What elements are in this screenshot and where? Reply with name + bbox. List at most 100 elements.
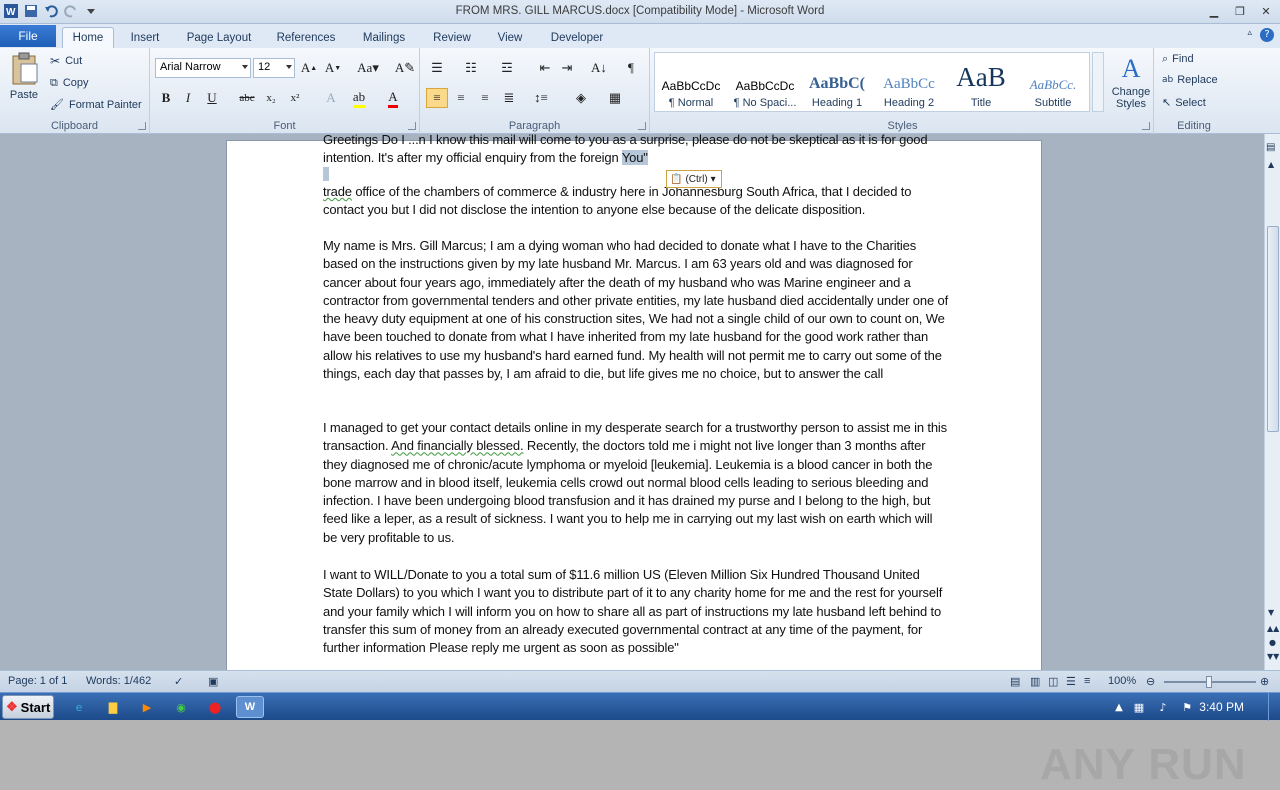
bold-button[interactable]: B	[155, 88, 177, 108]
page-count[interactable]: Page: 1 of 1	[8, 675, 67, 687]
paragraph-dialog-launcher[interactable]	[638, 122, 646, 130]
start-button[interactable]: ❖ Start	[2, 695, 54, 719]
show-desktop-button[interactable]	[1268, 693, 1280, 721]
word-count[interactable]: Words: 1/462	[86, 675, 151, 687]
align-left-icon[interactable]: ≡	[426, 88, 448, 108]
tab-references[interactable]: References	[270, 27, 342, 48]
opera-icon[interactable]: ⬤	[204, 696, 226, 718]
style-title[interactable]: AaB Title	[945, 59, 1017, 115]
clear-formatting-icon[interactable]: A✎	[394, 58, 416, 78]
proofing-icon[interactable]: ✓	[174, 675, 183, 688]
scroll-thumb[interactable]	[1267, 226, 1279, 432]
paste-options-button[interactable]: 📋 (Ctrl) ▾	[666, 170, 722, 188]
next-page-icon[interactable]: ▼▼	[1267, 652, 1279, 661]
font-dialog-launcher[interactable]	[408, 122, 416, 130]
underline-button[interactable]: U	[201, 88, 223, 108]
browse-object-icon[interactable]: ●	[1269, 638, 1276, 647]
style-heading-2[interactable]: AaBbCc Heading 2	[873, 59, 945, 115]
macro-record-icon[interactable]: ▣	[208, 675, 218, 688]
full-screen-reading-icon[interactable]: ▥	[1030, 675, 1040, 688]
show-marks-icon[interactable]: ¶	[620, 58, 642, 78]
tab-developer[interactable]: Developer	[542, 27, 612, 48]
cut-button[interactable]: ✂ Cut	[50, 54, 82, 68]
minimize-icon[interactable]: ▁	[1204, 3, 1224, 19]
scroll-down-icon[interactable]: ▼	[1268, 608, 1274, 617]
style-heading-1[interactable]: AaBbC(Heading 1	[801, 59, 873, 115]
network-icon[interactable]: ▦	[1128, 696, 1150, 718]
style-subtitle[interactable]: AaBbCc. Subtitle	[1017, 59, 1089, 115]
document-page[interactable]: Greetings Do I ...n I know this mail wil…	[226, 132, 1042, 680]
find-button[interactable]: ⌕ Find	[1162, 52, 1194, 66]
replace-button[interactable]: ab Replace	[1162, 74, 1218, 86]
media-player-icon[interactable]: ▶	[136, 696, 158, 718]
bullets-icon[interactable]: ☰	[426, 58, 448, 78]
ruler-toggle-icon[interactable]: ▤	[1266, 142, 1275, 153]
explorer-icon[interactable]: ▇	[102, 696, 124, 718]
action-center-icon[interactable]: ⚑	[1176, 696, 1198, 718]
style-no-spacing[interactable]: AaBbCcDc ¶ No Spaci...	[729, 59, 801, 115]
tab-insert[interactable]: Insert	[122, 27, 168, 48]
tab-page-layout[interactable]: Page Layout	[180, 27, 258, 48]
increase-indent-icon[interactable]: ⇥	[556, 58, 578, 78]
zoom-out-icon[interactable]: ⊖	[1146, 675, 1155, 688]
strikethrough-button[interactable]: abc	[236, 88, 258, 108]
decrease-indent-icon[interactable]: ⇤	[534, 58, 556, 78]
italic-button[interactable]: I	[177, 88, 199, 108]
align-center-icon[interactable]: ≡	[450, 88, 472, 108]
web-layout-icon[interactable]: ◫	[1048, 675, 1058, 688]
clock[interactable]: 3:40 PM	[1199, 700, 1244, 714]
change-styles-button[interactable]: A Change Styles	[1108, 52, 1154, 118]
minimize-ribbon-icon[interactable]: ▵	[1247, 28, 1252, 42]
select-button[interactable]: ↖ Select	[1162, 96, 1206, 109]
zoom-slider-thumb[interactable]	[1206, 676, 1212, 688]
borders-icon[interactable]: ▦	[604, 88, 626, 108]
grow-font-icon[interactable]: A ▲	[298, 58, 320, 78]
zoom-in-icon[interactable]: ⊕	[1260, 675, 1269, 688]
vertical-scrollbar[interactable]: ▤ ▲ ▼ ▲▲ ● ▼▼	[1264, 134, 1280, 670]
restore-icon[interactable]: ❐	[1230, 3, 1250, 19]
previous-page-icon[interactable]: ▲▲	[1267, 624, 1279, 633]
clipboard-icon: 📋	[670, 173, 683, 185]
ie-icon[interactable]: e	[68, 696, 90, 718]
superscript-button[interactable]: x²	[284, 88, 306, 108]
align-right-icon[interactable]: ≡	[474, 88, 496, 108]
clipboard-group-label: Clipboard	[50, 120, 99, 132]
shrink-font-icon[interactable]: A ▼	[322, 58, 344, 78]
tab-home[interactable]: Home	[62, 27, 114, 48]
subscript-button[interactable]: x₂	[260, 88, 282, 108]
zoom-level[interactable]: 100%	[1108, 675, 1136, 687]
shading-icon[interactable]: ◈	[570, 88, 592, 108]
print-layout-icon[interactable]: ▤	[1010, 675, 1020, 688]
close-icon[interactable]: ✕	[1256, 3, 1276, 19]
multilevel-list-icon[interactable]: ☲	[496, 58, 518, 78]
font-family-combo[interactable]: Arial Narrow	[155, 58, 251, 78]
outline-icon[interactable]: ☰	[1066, 675, 1076, 688]
help-icon[interactable]: ?	[1260, 28, 1274, 42]
scroll-up-icon[interactable]: ▲	[1268, 160, 1274, 169]
tab-view[interactable]: View	[490, 27, 530, 48]
line-spacing-icon[interactable]: ↕≡	[530, 88, 552, 108]
justify-icon[interactable]: ≣	[498, 88, 520, 108]
change-case-icon[interactable]: Aa▾	[354, 58, 382, 78]
tab-review[interactable]: Review	[426, 27, 478, 48]
text-effects-icon[interactable]: A	[320, 88, 342, 108]
tab-file[interactable]: File	[0, 25, 56, 47]
font-size-combo[interactable]: 12	[253, 58, 295, 78]
styles-gallery-scroll[interactable]	[1092, 52, 1104, 112]
styles-dialog-launcher[interactable]	[1142, 122, 1150, 130]
style-normal[interactable]: AaBbCcDc ¶ Normal	[655, 59, 727, 115]
font-color-icon[interactable]: A	[382, 88, 404, 108]
volume-icon[interactable]: ♪	[1152, 696, 1174, 718]
word-taskbar-icon[interactable]: W	[236, 696, 264, 718]
copy-button[interactable]: ⧉ Copy	[50, 76, 89, 90]
draft-icon[interactable]: ≡	[1084, 675, 1090, 687]
tab-mailings[interactable]: Mailings	[354, 27, 414, 48]
format-painter-button[interactable]: 🖌 Format Painter	[50, 98, 142, 111]
highlight-icon[interactable]: ab	[348, 88, 370, 108]
numbering-icon[interactable]: ☷	[460, 58, 482, 78]
sort-icon[interactable]: A↓	[588, 58, 610, 78]
clipboard-dialog-launcher[interactable]	[138, 122, 146, 130]
paste-button[interactable]: Paste	[6, 52, 42, 112]
chrome-icon[interactable]: ◉	[170, 696, 192, 718]
tray-expand-icon[interactable]: ▲	[1108, 696, 1130, 718]
